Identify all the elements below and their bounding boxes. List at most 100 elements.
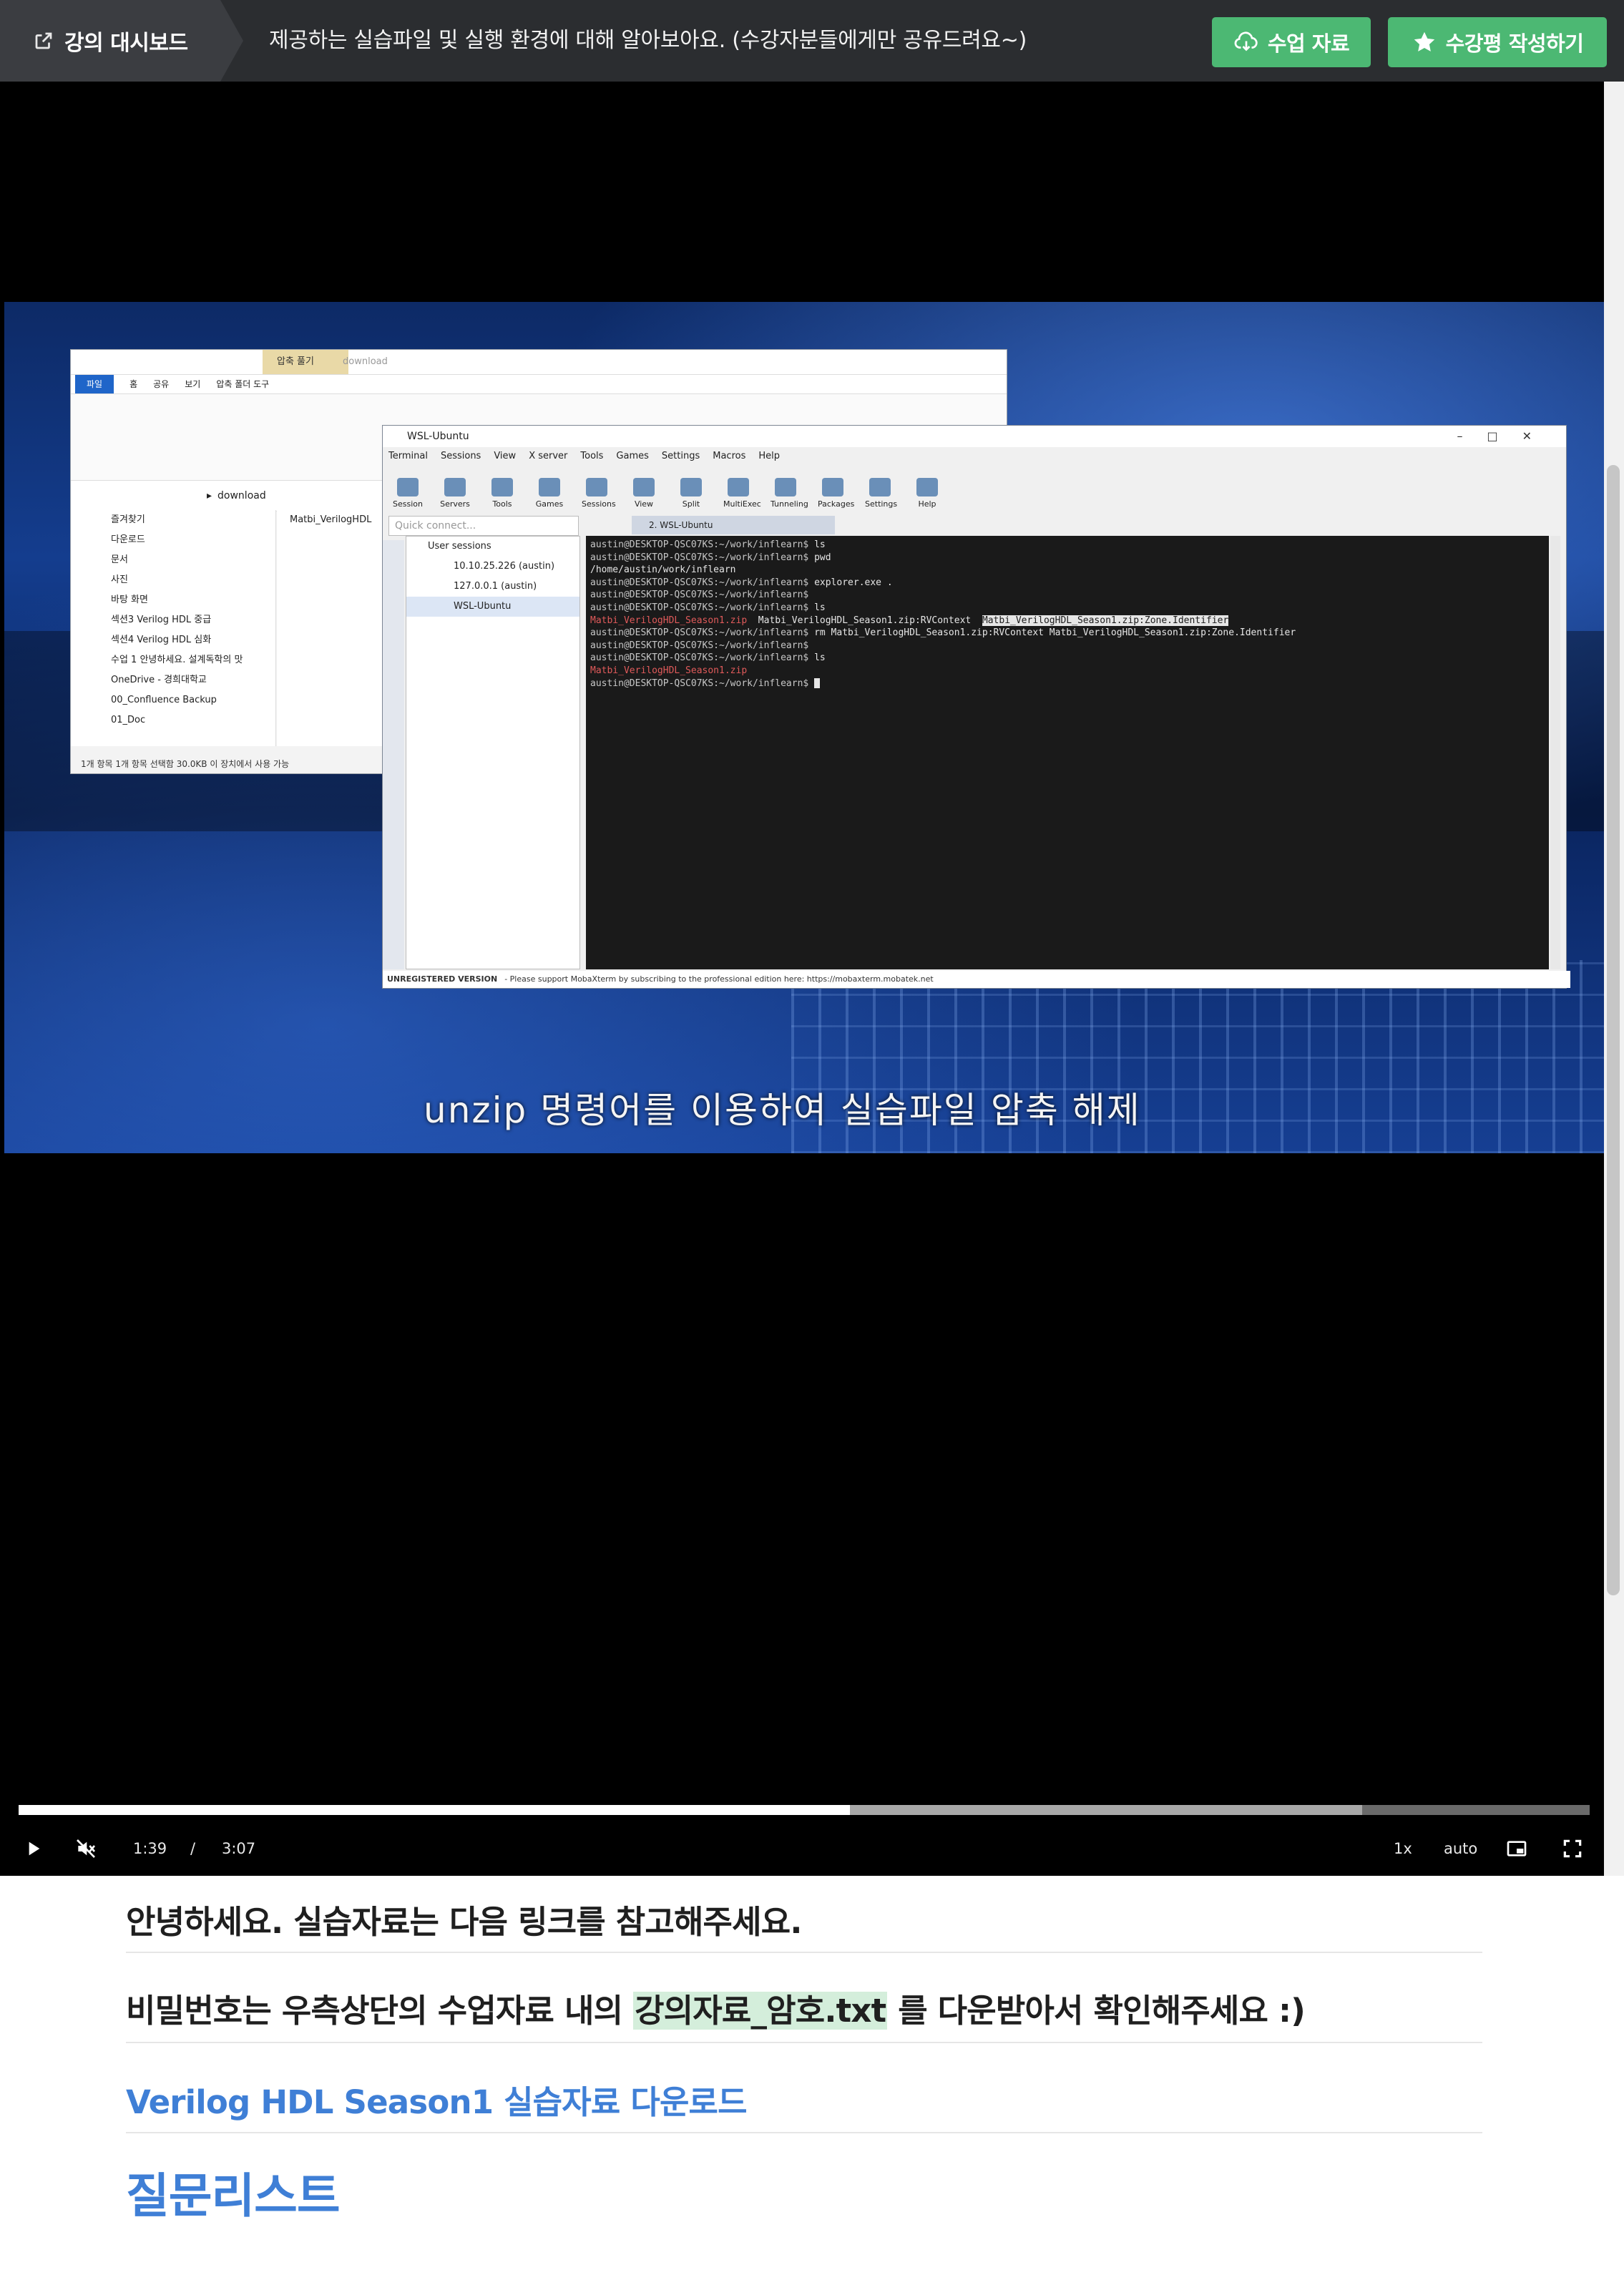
fullscreen-button[interactable]: [1561, 1830, 1584, 1867]
tool-label: Settings: [865, 499, 898, 509]
page-scrollbar-thumb[interactable]: [1607, 465, 1620, 1595]
terminal-command: [808, 640, 814, 651]
ribbon-tab: 보기: [185, 379, 201, 389]
terminal-line: austin@DESKTOP-QSC07KS:~/work/inflearn$: [590, 589, 1545, 602]
unregistered-text: - Please support MobaXterm by subscribin…: [504, 974, 934, 984]
nav-item: 섹션3 Verilog HDL 중급: [111, 615, 212, 625]
password-file-highlight: 강의자료_암호.txt: [633, 1992, 888, 2030]
menu-item: Terminal: [388, 451, 428, 461]
toolbar-tool: Tools: [487, 478, 517, 509]
terminal-line: /home/austin/work/inflearn: [590, 564, 1545, 577]
nav-item: 01_Doc: [111, 715, 146, 725]
tool-icon: [869, 478, 891, 496]
time-separator: /: [190, 1840, 196, 1857]
toolbar-tool: Sessions: [582, 478, 616, 509]
ribbon-tab: 압축 폴더 도구: [216, 379, 270, 389]
terminal-prompt: austin@DESKTOP-QSC07KS:~/work/inflearn$: [590, 577, 809, 588]
nav-item: 다운로드: [111, 534, 145, 545]
ribbon-tab: 홈: [129, 379, 138, 389]
notes-intro: 안녕하세요. 실습자료는 다음 링크를 참고해주세요.: [126, 1876, 1482, 1953]
fullscreen-icon: [1563, 1839, 1582, 1858]
terminal-scrollbar: [1550, 536, 1560, 969]
terminal-zip-file: Matbi_VerilogHDL_Season1.zip: [590, 665, 748, 676]
write-review-label: 수강평 작성하기: [1445, 31, 1584, 56]
terminal-command: rm Matbi_VerilogHDL_Season1.zip:RVContex…: [808, 627, 1296, 639]
video-played-range: [19, 1805, 850, 1815]
playback-speed-button[interactable]: 1x: [1394, 1830, 1412, 1867]
terminal-line: austin@DESKTOP-QSC07KS:~/work/inflearn$: [590, 640, 1545, 652]
tool-label: Sessions: [582, 499, 616, 509]
terminal-line: austin@DESKTOP-QSC07KS:~/work/inflearn$ …: [590, 577, 1545, 589]
muted-speaker-icon: [77, 1839, 96, 1858]
tool-icon: [444, 478, 466, 496]
toolbar-tool: Help: [912, 478, 942, 509]
tool-icon: [775, 478, 796, 496]
explorer-window-title: download: [343, 356, 388, 367]
dashboard-label: 강의 대시보드: [64, 31, 188, 56]
terminal-app-window: WSL-Ubuntu –□✕ Terminal Sessions View X …: [382, 425, 1570, 989]
menu-item: Macros: [713, 451, 746, 461]
mute-button[interactable]: [74, 1830, 97, 1867]
toolbar-tool: Games: [534, 478, 564, 509]
terminal-app-title: WSL-Ubuntu: [407, 431, 469, 442]
picture-in-picture-button[interactable]: [1505, 1830, 1528, 1867]
questions-heading: 질문리스트: [126, 2168, 341, 2223]
tool-label: Tunneling: [771, 499, 808, 509]
sessions-header: User sessions: [428, 541, 491, 552]
toolbar-tool: Tunneling: [771, 478, 808, 509]
menu-item: View: [494, 451, 517, 461]
menu-item: Sessions: [440, 451, 481, 461]
terminal-prompt: austin@DESKTOP-QSC07KS:~/work/inflearn$: [590, 589, 809, 601]
video-progress-bar[interactable]: [19, 1805, 1590, 1815]
explorer-context-label: 압축 풀기: [277, 356, 314, 367]
terminal-prompt: austin@DESKTOP-QSC07KS:~/work/inflearn$: [590, 539, 809, 550]
current-time: 1:39: [133, 1840, 167, 1857]
tool-icon: [539, 478, 560, 496]
explorer-address: download: [217, 490, 266, 502]
notes-link-line: Verilog HDL Season1 실습자료 다운로드: [126, 2043, 1482, 2133]
explorer-nav-pane: 즐겨찾기 다운로드 문서 사진 바탕 화면 섹션3 Verilog HDL 중급…: [71, 510, 276, 746]
explorer-context-tab: 압축 풀기: [263, 350, 348, 374]
explorer-ribbon-tabs: 파일 홈 공유 보기 압축 폴더 도구: [71, 375, 1007, 394]
ribbon-tab: 공유: [153, 379, 170, 389]
terminal-app-menubar: Terminal Sessions View X server Tools Ga…: [383, 447, 1566, 466]
window-controls: –□✕: [1457, 429, 1556, 443]
menu-item: Settings: [661, 451, 700, 461]
terminal-app-status-bar: UNREGISTERED VERSION - Please support Mob…: [383, 971, 1570, 988]
dashboard-link[interactable]: 강의 대시보드: [0, 0, 243, 82]
terminal-line: Matbi_VerilogHDL_Season1.zip: [590, 665, 1545, 677]
terminal-highlighted-file: Matbi_VerilogHDL_Season1.zip:Zone.Identi…: [982, 615, 1229, 626]
terminal-command: [808, 678, 814, 689]
session-item: WSL-Ubuntu: [406, 597, 579, 617]
nav-item: 문서: [111, 554, 128, 565]
tool-label: Session: [393, 499, 423, 509]
terminal-prompt: austin@DESKTOP-QSC07KS:~/work/inflearn$: [590, 602, 809, 613]
materials-button-label: 수업 자료: [1267, 31, 1350, 56]
terminal-text-output: /home/austin/work/inflearn: [590, 564, 736, 576]
lecture-notes: 안녕하세요. 실습자료는 다음 링크를 참고해주세요. 비밀번호는 우측상단의 …: [126, 1876, 1482, 2226]
tool-icon: [633, 478, 655, 496]
external-link-icon: [35, 32, 52, 49]
terminal-output: austin@DESKTOP-QSC07KS:~/work/inflearn$ …: [586, 536, 1549, 969]
download-materials-link[interactable]: Verilog HDL Season1 실습자료 다운로드: [126, 2083, 748, 2121]
tool-icon: [822, 478, 843, 496]
toolbar-tool: View: [629, 478, 659, 509]
terminal-prompt: austin@DESKTOP-QSC07KS:~/work/inflearn$: [590, 627, 809, 639]
write-review-button[interactable]: 수강평 작성하기: [1388, 17, 1607, 67]
terminal-zip-file: Matbi_VerilogHDL_Season1.zip: [590, 615, 748, 626]
terminal-line: austin@DESKTOP-QSC07KS:~/work/inflearn$ …: [590, 552, 1545, 564]
terminal-command: explorer.exe .: [808, 577, 893, 588]
play-button[interactable]: [21, 1830, 44, 1867]
tool-icon: [728, 478, 749, 496]
notes-password-before: 비밀번호는 우측상단의 수업자료 내의: [126, 1992, 634, 2030]
tool-label: View: [634, 499, 654, 509]
quality-button[interactable]: auto: [1444, 1830, 1477, 1867]
terminal-prompt: austin@DESKTOP-QSC07KS:~/work/inflearn$: [590, 552, 809, 563]
nav-item: 즐겨찾기: [111, 514, 145, 525]
explorer-titlebar: 압축 풀기 download: [71, 350, 1007, 375]
terminal-line: austin@DESKTOP-QSC07KS:~/work/inflearn$ …: [590, 627, 1545, 640]
menu-item: X server: [529, 451, 568, 461]
nav-item: OneDrive - 경희대학교: [111, 675, 207, 685]
materials-button[interactable]: 수업 자료: [1212, 17, 1371, 67]
terminal-command: ls: [808, 539, 826, 550]
